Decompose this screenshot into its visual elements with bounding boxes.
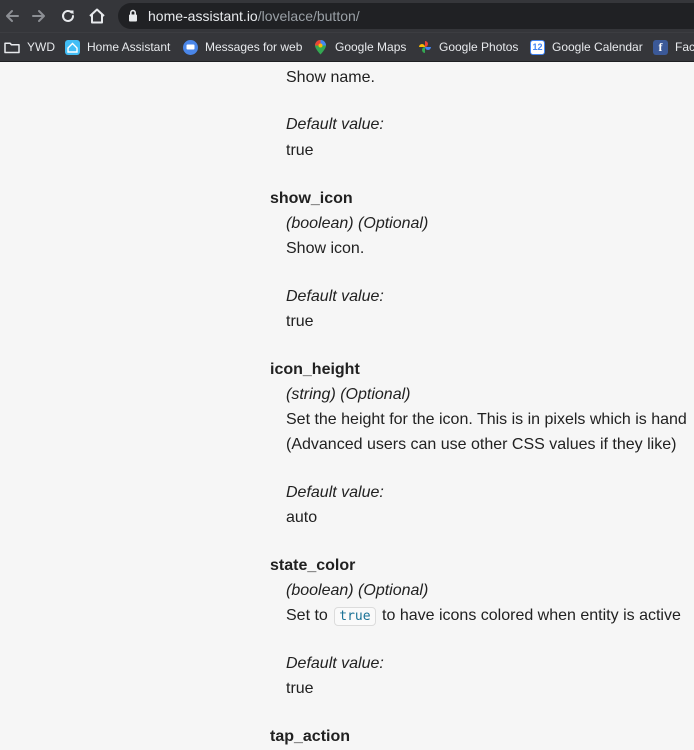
bookmark-label: Face <box>675 40 694 54</box>
home-assistant-icon <box>65 39 80 55</box>
default-value-label: Default value: <box>286 116 384 133</box>
reload-icon <box>62 9 74 22</box>
option-description: Show icon. <box>286 240 365 257</box>
description-text: to have icons colored when entity is act… <box>382 607 681 624</box>
browser-toolbar: home-assistant.io/lovelace/button/ <box>0 0 694 32</box>
bookmarks-bar: YWD Home Assistant Messages for web Goog… <box>0 32 694 61</box>
back-button[interactable] <box>0 4 24 28</box>
home-icon <box>89 8 105 24</box>
arrow-right-icon <box>32 10 45 22</box>
google-photos-icon <box>417 40 432 55</box>
option-description: Show name. <box>286 69 375 86</box>
option-type: (boolean) (Optional) <box>286 582 429 599</box>
description-text: Set to <box>286 607 328 624</box>
default-value: true <box>286 142 314 159</box>
option-description: Set the height for the icon. This is in … <box>286 411 687 428</box>
bookmark-label: Google Maps <box>335 40 407 54</box>
google-maps-icon <box>313 39 328 55</box>
folder-icon <box>4 41 20 53</box>
option-name-icon-height: icon_height <box>270 361 360 378</box>
option-name-tap-action: tap_action <box>270 728 351 745</box>
option-description: Set to true to have icons colored when e… <box>286 606 681 627</box>
url-text: home-assistant.io/lovelace/button/ <box>148 8 360 24</box>
default-value-label: Default value: <box>286 288 384 305</box>
bookmark-label: Messages for web <box>205 40 303 54</box>
bookmark-messages-for-web[interactable]: Messages for web <box>183 38 302 56</box>
option-name-show-icon: show_icon <box>270 190 353 207</box>
option-type: (boolean) (Optional) <box>286 215 429 232</box>
address-bar[interactable]: home-assistant.io/lovelace/button/ <box>118 3 694 29</box>
bookmark-ywd[interactable]: YWD <box>4 38 55 56</box>
reload-button[interactable] <box>56 4 80 28</box>
option-type: (string) (Optional) <box>286 386 411 403</box>
default-value-label: Default value: <box>286 484 384 501</box>
lock-icon <box>129 9 137 22</box>
forward-button[interactable] <box>27 4 51 28</box>
bookmark-google-calendar[interactable]: 12 Google Calendar <box>530 38 643 56</box>
bookmark-label: Home Assistant <box>87 40 171 54</box>
default-value: true <box>286 680 314 697</box>
bookmark-facebook[interactable]: f Face <box>653 38 694 56</box>
google-calendar-icon: 12 <box>530 39 545 55</box>
bookmark-google-photos[interactable]: Google Photos <box>417 38 518 56</box>
bookmark-home-assistant[interactable]: Home Assistant <box>65 38 170 56</box>
url-path: /lovelace/button/ <box>257 8 360 24</box>
messages-icon <box>183 39 198 55</box>
bookmark-google-maps[interactable]: Google Maps <box>313 38 406 56</box>
url-host: home-assistant.io <box>148 8 258 24</box>
bookmark-label: Google Calendar <box>552 40 643 54</box>
home-button[interactable] <box>85 4 109 28</box>
default-value: auto <box>286 509 318 526</box>
facebook-icon: f <box>653 39 668 55</box>
default-value: true <box>286 313 314 330</box>
option-description-line2: (Advanced users can use other CSS values… <box>286 436 677 453</box>
bookmark-label: YWD <box>27 40 55 54</box>
inline-code: true <box>334 607 376 626</box>
arrow-left-icon <box>6 10 19 22</box>
bookmark-label: Google Photos <box>439 40 519 54</box>
default-value-label: Default value: <box>286 655 384 672</box>
option-name-state-color: state_color <box>270 557 356 574</box>
page-content: Show name. Default value: true show_icon… <box>0 61 694 750</box>
